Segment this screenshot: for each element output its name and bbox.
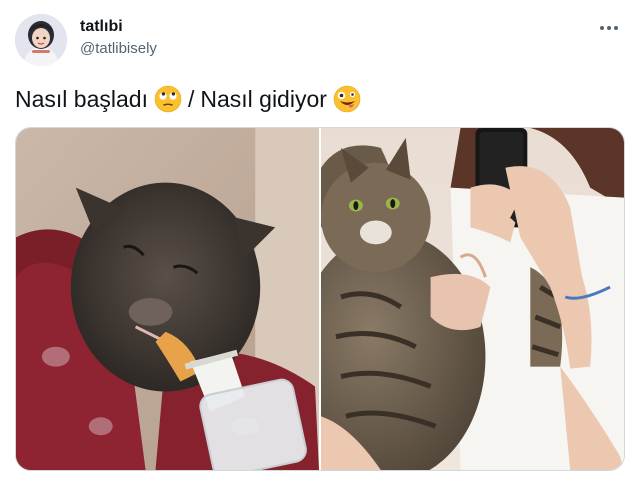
photo-grown-cat[interactable] [321,128,624,470]
zany-face-icon [333,85,361,113]
photo-kitten[interactable] [16,128,319,470]
more-dot-icon [607,26,611,30]
tweet-text: Nasıl başladı / Nasıl gidiyor [15,84,367,114]
media-grid[interactable] [15,127,625,471]
avatar-image [15,14,67,66]
tweet-text-part1: Nasıl başladı [15,86,148,112]
user-handle[interactable]: @tatlibisely [80,39,157,59]
tweet-text-part2: Nasıl gidiyor [200,86,327,112]
user-info: tatlıbi @tatlibisely [80,17,157,59]
more-dot-icon [614,26,618,30]
more-options-button[interactable] [597,16,621,40]
more-dot-icon [600,26,604,30]
display-name[interactable]: tatlıbi [80,17,157,37]
tweet-text-separator: / [187,86,195,112]
avatar[interactable] [15,14,67,66]
kitten-bottle-photo-image [16,128,319,470]
tabby-cat-photo-image [321,128,624,470]
face-with-rolling-eyes-icon [154,85,182,113]
tweet-card[interactable]: tatlıbi @tatlibisely Nasıl başladı / Nas… [0,0,635,478]
